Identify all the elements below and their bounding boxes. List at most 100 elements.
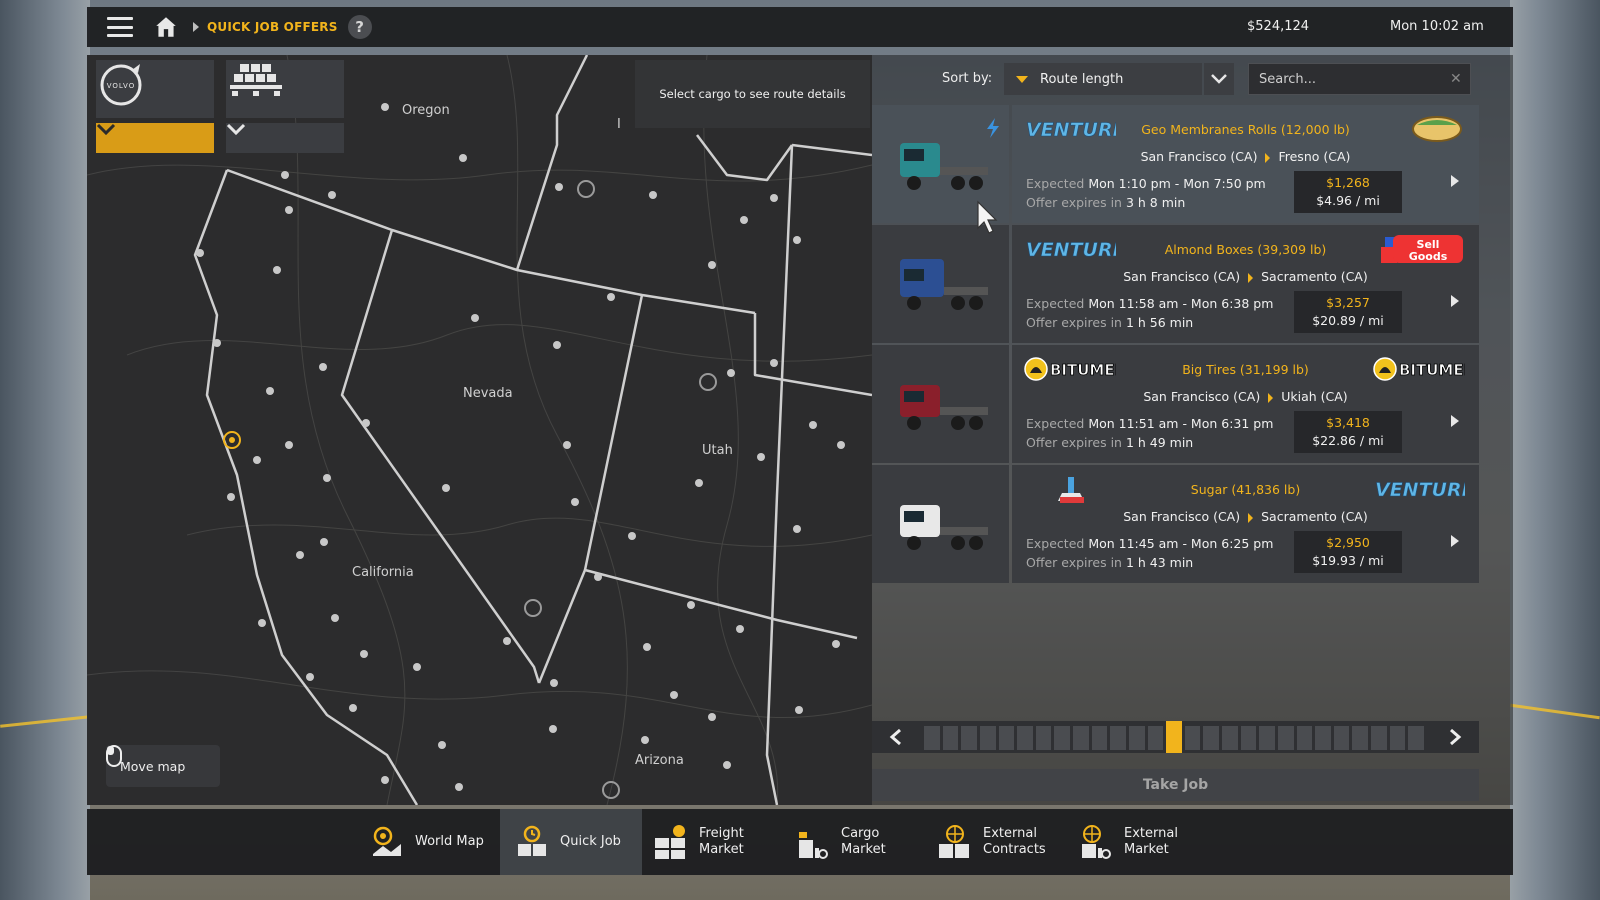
nav-quick-job[interactable]: Quick Job: [500, 809, 642, 875]
offer-expiry: Offer expires in 3 h 8 min: [1026, 195, 1186, 210]
job-details-arrow-icon[interactable]: [1451, 175, 1459, 187]
cargo-pallet-icon: [230, 64, 282, 96]
job-offer-card[interactable]: Sugar (41,836 lb) VENTURE San Francisco …: [872, 465, 1479, 583]
volvo-logo-icon: VOLVO: [100, 64, 142, 106]
page-indicator[interactable]: [1277, 726, 1294, 750]
payment-total: $3,257: [1326, 295, 1370, 310]
job-offer-card[interactable]: VENTURE Geo Membranes Rolls (12,000 lb) …: [872, 105, 1479, 223]
route-origin: San Francisco (CA): [1140, 149, 1258, 164]
search-input[interactable]: [1248, 63, 1471, 95]
route-arrow-icon: [1248, 512, 1254, 523]
payment-per-mile: $20.89 / mi: [1312, 313, 1384, 328]
expected-time: Expected Mon 11:58 am - Mon 6:38 pm: [1026, 296, 1274, 311]
expected-time: Expected Mon 11:51 am - Mon 6:31 pm: [1026, 416, 1274, 431]
page-indicator[interactable]: [1073, 726, 1089, 750]
route-arrow-icon: [1248, 272, 1254, 283]
clear-search-icon[interactable]: ✕: [1450, 71, 1462, 87]
job-offer-card[interactable]: BITUMEN Big Tires (31,199 lb) BITUMEN Sa…: [872, 345, 1479, 463]
expected-time: Expected Mon 1:10 pm - Mon 7:50 pm: [1026, 176, 1266, 191]
menu-icon[interactable]: [107, 17, 133, 37]
job-info: VENTURE Almond Boxes (39,309 lb) Sell Goo…: [1012, 225, 1479, 343]
job-offer-card[interactable]: VENTURE Almond Boxes (39,309 lb) Sell Goo…: [872, 225, 1479, 343]
nav-external-market[interactable]: External Market: [1078, 809, 1213, 875]
mouse-cursor-icon: [977, 200, 998, 234]
page-indicator[interactable]: [979, 726, 996, 750]
payment-box: $2,950 $19.93 / mi: [1294, 531, 1402, 573]
sort-selected-value: Route length: [1040, 71, 1124, 87]
job-details-arrow-icon[interactable]: [1451, 415, 1459, 427]
nav-freight-market[interactable]: Freight Market: [653, 809, 788, 875]
page-indicator[interactable]: [961, 726, 977, 750]
route-arrow-icon: [1265, 152, 1271, 163]
prev-page-button[interactable]: [872, 721, 920, 753]
page-indicator[interactable]: [1222, 726, 1238, 750]
home-icon[interactable]: [153, 14, 179, 40]
page-indicator[interactable]: [1035, 726, 1052, 750]
sort-select[interactable]: Route length: [1004, 63, 1202, 95]
move-map-button[interactable]: Move map: [106, 745, 220, 787]
cargo-market-icon: [799, 832, 828, 859]
next-page-button[interactable]: [1431, 721, 1479, 753]
payment-per-mile: $4.96 / mi: [1316, 193, 1380, 208]
route-hint: Select cargo to see route details: [635, 60, 870, 128]
cargo-filter-tile[interactable]: [226, 60, 344, 118]
company-logo-venture: VENTURE: [1373, 473, 1475, 505]
sort-bar: Sort by: Route length ✕: [872, 63, 1513, 95]
truck-icon: [899, 259, 988, 310]
page-indicator[interactable]: [942, 726, 959, 750]
page-indicator[interactable]: [1128, 726, 1145, 750]
freight-market-icon: [655, 825, 685, 859]
page-indicator[interactable]: [1203, 726, 1220, 750]
company-logo-bitumen: BITUMEN: [1373, 353, 1477, 385]
world-map[interactable]: VOLVO Select cargo to see route details …: [87, 55, 872, 805]
breadcrumb[interactable]: QUICK JOB OFFERS: [207, 20, 338, 34]
page-indicator[interactable]: [1315, 726, 1331, 750]
job-details-arrow-icon[interactable]: [1451, 295, 1459, 307]
truck-icon: [899, 143, 988, 190]
state-label-utah: Utah: [702, 443, 733, 458]
page-indicator[interactable]: [1333, 726, 1350, 750]
brand-filter-tile[interactable]: VOLVO: [96, 60, 214, 118]
page-indicator[interactable]: [1110, 726, 1126, 750]
bottom-nav: World Map Quick Job Freight Market Cargo…: [87, 809, 1513, 875]
page-indicator[interactable]: [1408, 726, 1424, 750]
page-indicator[interactable]: [1371, 726, 1387, 750]
page-indicator[interactable]: [1184, 726, 1201, 750]
help-button[interactable]: ?: [347, 15, 372, 39]
page-indicator[interactable]: [1240, 726, 1257, 750]
company-logo-calimondo: [1373, 113, 1465, 145]
offer-expiry: Offer expires in 1 h 56 min: [1026, 315, 1194, 330]
page-indicator[interactable]: [1147, 726, 1164, 750]
route: San Francisco (CA) Sacramento (CA): [1012, 509, 1479, 524]
sort-dropdown-button[interactable]: [1204, 63, 1234, 95]
nav-cargo-market[interactable]: Cargo Market: [795, 809, 930, 875]
page-indicator[interactable]: [1296, 726, 1313, 750]
job-info: Sugar (41,836 lb) VENTURE San Francisco …: [1012, 465, 1479, 583]
page-indicator[interactable]: [924, 726, 940, 750]
state-label-oregon: Oregon: [402, 103, 450, 118]
cargo-filter-toggle[interactable]: [226, 123, 344, 153]
page-indicator[interactable]: [1017, 726, 1033, 750]
route-destination: Fresno (CA): [1278, 149, 1351, 164]
page-indicator[interactable]: [1054, 726, 1071, 750]
page-indicator[interactable]: [1389, 726, 1406, 750]
job-info: BITUMEN Big Tires (31,199 lb) BITUMEN Sa…: [1012, 345, 1479, 463]
take-job-button[interactable]: Take Job: [872, 769, 1479, 801]
route-origin: San Francisco (CA): [1143, 389, 1261, 404]
move-map-label: Move map: [120, 758, 186, 774]
nav-external-contracts[interactable]: External Contracts: [937, 809, 1072, 875]
job-info: VENTURE Geo Membranes Rolls (12,000 lb) …: [1012, 105, 1479, 223]
route-origin: San Francisco (CA): [1123, 509, 1241, 524]
page-indicator[interactable]: [1352, 726, 1369, 750]
brand-filter-toggle[interactable]: [96, 123, 214, 153]
page-indicator[interactable]: [1091, 726, 1108, 750]
job-details-arrow-icon[interactable]: [1451, 535, 1459, 547]
nav-world-map[interactable]: World Map: [364, 809, 499, 875]
route-arrow-icon: [1268, 392, 1274, 403]
page-indicator[interactable]: [1166, 721, 1182, 753]
map-roads-and-borders: [87, 55, 872, 805]
page-indicator[interactable]: [1259, 726, 1275, 750]
state-label-california: California: [352, 565, 414, 580]
page-indicator[interactable]: [998, 726, 1015, 750]
payment-total: $1,268: [1326, 175, 1370, 190]
